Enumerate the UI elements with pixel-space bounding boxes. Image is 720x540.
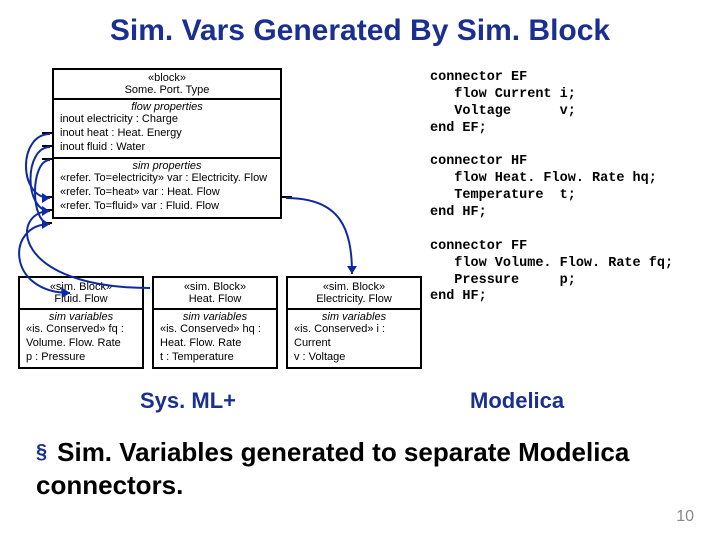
- uml-block-fluidflow: «sim. Block» Fluid. Flow sim variables «…: [18, 276, 144, 369]
- stereotype-label: «sim. Block»: [158, 281, 272, 293]
- flow-prop: inout electricity : Charge: [60, 113, 276, 127]
- sim-variables-body: «is. Conserved» hq : Heat. Flow. Rate t …: [154, 323, 276, 367]
- sim-prop: «refer. To=fluid» var : Fluid. Flow: [60, 200, 276, 214]
- block-name: Fluid. Flow: [24, 293, 138, 305]
- uml-block-electricityflow: «sim. Block» Electricity. Flow sim varia…: [286, 276, 422, 369]
- flow-properties-title: flow properties: [54, 100, 280, 113]
- flow-properties-body: inout electricity : Charge inout heat : …: [54, 113, 280, 157]
- sim-properties-title: sim properties: [54, 159, 280, 172]
- sim-variables-title: sim variables: [154, 310, 276, 323]
- stereotype-label: «sim. Block»: [24, 281, 138, 293]
- flow-prop: inout heat : Heat. Energy: [60, 127, 276, 141]
- sim-variables-body: «is. Conserved» i : Current v : Voltage: [288, 323, 420, 367]
- bullet-content: Sim. Variables generated to separate Mod…: [36, 437, 629, 500]
- sim-variables-title: sim variables: [20, 310, 142, 323]
- flow-prop: inout fluid : Water: [60, 141, 276, 155]
- sysml-label: Sys. ML+: [140, 388, 236, 414]
- page-number: 10: [676, 508, 694, 526]
- bullet-text: §Sim. Variables generated to separate Mo…: [36, 436, 696, 501]
- bullet-icon: §: [36, 441, 47, 463]
- stereotype-label: «block»: [58, 72, 276, 84]
- sim-prop: «refer. To=heat» var : Heat. Flow: [60, 186, 276, 200]
- sim-properties-body: «refer. To=electricity» var : Electricit…: [54, 172, 280, 216]
- diagram-area: «block» Some. Port. Type flow properties…: [0, 58, 720, 488]
- stereotype-label: «sim. Block»: [292, 281, 416, 293]
- uml-block-someporttype: «block» Some. Port. Type flow properties…: [52, 68, 282, 219]
- block-name: Heat. Flow: [158, 293, 272, 305]
- block-name: Some. Port. Type: [58, 84, 276, 96]
- modelica-code: connector EF flow Current i; Voltage v; …: [430, 70, 673, 306]
- sim-variables-body: «is. Conserved» fq : Volume. Flow. Rate …: [20, 323, 142, 367]
- sim-prop: «refer. To=electricity» var : Electricit…: [60, 172, 276, 186]
- uml-block-heatflow: «sim. Block» Heat. Flow sim variables «i…: [152, 276, 278, 369]
- modelica-label: Modelica: [470, 388, 564, 414]
- page-title: Sim. Vars Generated By Sim. Block: [0, 0, 720, 58]
- sim-variables-title: sim variables: [288, 310, 420, 323]
- block-name: Electricity. Flow: [292, 293, 416, 305]
